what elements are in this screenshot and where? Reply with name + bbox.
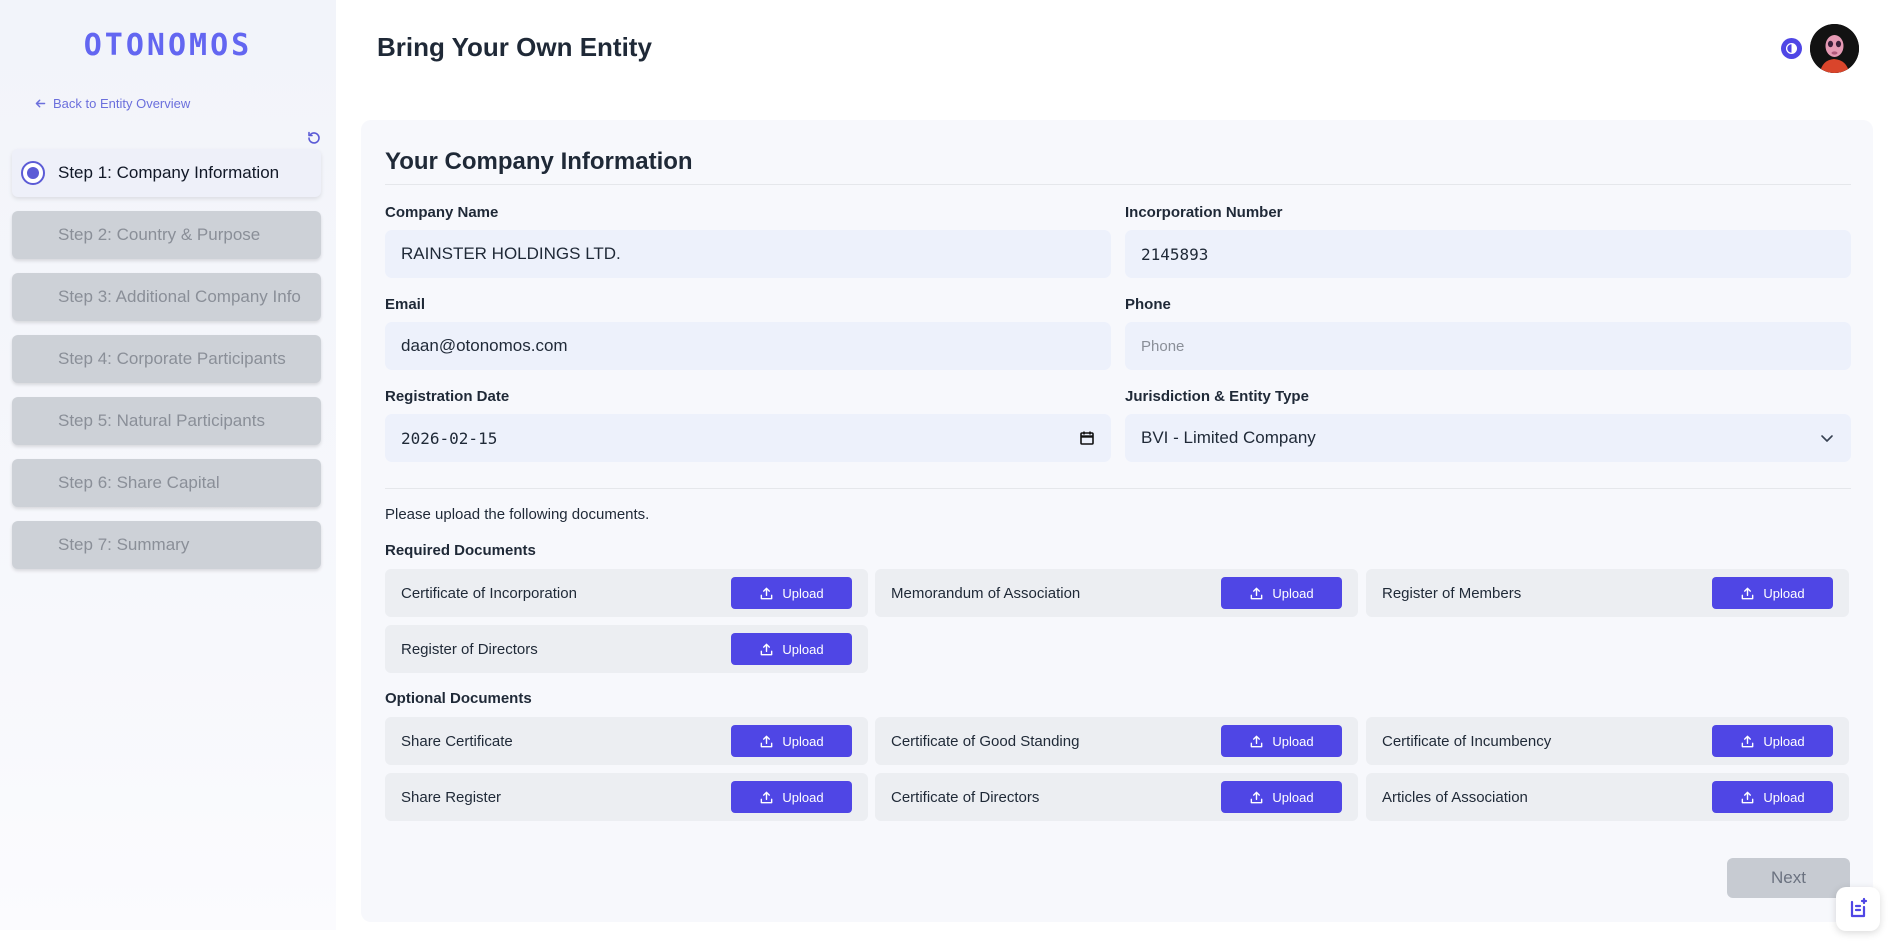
upload-button[interactable]: Upload (1712, 781, 1833, 813)
back-to-entity-overview-link[interactable]: Back to Entity Overview (34, 96, 190, 111)
upload-icon (1742, 587, 1754, 599)
upload-label: Upload (782, 585, 824, 601)
step-company-information[interactable]: Step 1: Company Information (12, 149, 321, 197)
doc-share-certificate: Share Certificate Upload (385, 717, 868, 765)
upload-icon (1742, 735, 1754, 747)
page-title: Bring Your Own Entity (377, 32, 652, 62)
upload-icon (761, 791, 773, 803)
doc-certificate-of-directors: Certificate of Directors Upload (875, 773, 1358, 821)
email-input[interactable]: daan@otonomos.com (385, 322, 1111, 370)
doc-register-of-members: Register of Members Upload (1366, 569, 1849, 617)
phone-label: Phone (1125, 296, 1171, 313)
avatar-image (1810, 24, 1859, 73)
upload-icon (1251, 791, 1263, 803)
jurisdiction-label: Jurisdiction & Entity Type (1125, 388, 1309, 405)
step-corporate-participants[interactable]: Step 4: Corporate Participants (12, 335, 321, 383)
chat-assistant-button[interactable] (1836, 887, 1880, 931)
step-label: Step 3: Additional Company Info (58, 287, 301, 306)
section-divider (385, 488, 1851, 489)
upload-label: Upload (1763, 789, 1805, 805)
upload-button[interactable]: Upload (1712, 725, 1833, 757)
jurisdiction-value: BVI - Limited Company (1141, 428, 1316, 447)
upload-label: Upload (1763, 585, 1805, 601)
step-additional-company-info[interactable]: Step 3: Additional Company Info (12, 273, 321, 321)
step-label: Step 6: Share Capital (58, 473, 220, 492)
doc-share-register: Share Register Upload (385, 773, 868, 821)
next-button[interactable]: Next (1727, 858, 1850, 898)
upload-icon (1251, 587, 1263, 599)
upload-icon (761, 735, 773, 747)
step-summary[interactable]: Step 7: Summary (12, 521, 321, 569)
arrow-left-icon (35, 99, 46, 108)
sidebar: OTONOMOS Back to Entity Overview Step 1:… (0, 0, 336, 930)
upload-icon (761, 587, 773, 599)
upload-label: Upload (782, 733, 824, 749)
brand-logo[interactable]: OTONOMOS (0, 28, 336, 63)
upload-label: Upload (1272, 585, 1314, 601)
theme-toggle-button[interactable] (1781, 38, 1802, 59)
upload-label: Upload (782, 789, 824, 805)
phone-input[interactable]: Phone (1125, 322, 1851, 370)
upload-icon (761, 643, 773, 655)
upload-label: Upload (1272, 789, 1314, 805)
doc-register-of-directors: Register of Directors Upload (385, 625, 868, 673)
steps-list: Step 1: Company Information Step 2: Coun… (12, 149, 321, 583)
jurisdiction-select[interactable]: BVI - Limited Company (1125, 414, 1851, 462)
upload-button[interactable]: Upload (1221, 577, 1342, 609)
step-label: Step 1: Company Information (58, 163, 280, 182)
reset-icon[interactable] (306, 130, 322, 146)
phone-placeholder: Phone (1141, 337, 1185, 355)
calendar-icon[interactable] (1079, 430, 1095, 446)
upload-button[interactable]: Upload (731, 577, 852, 609)
card-title: Your Company Information (385, 148, 693, 175)
company-name-label: Company Name (385, 204, 499, 221)
step-label: Step 4: Corporate Participants (58, 349, 286, 368)
step-country-purpose[interactable]: Step 2: Country & Purpose (12, 211, 321, 259)
chat-widget-icon (1850, 897, 1868, 918)
incorporation-number-label: Incorporation Number (1125, 204, 1283, 221)
email-value: daan@otonomos.com (401, 336, 568, 355)
company-name-value: RAINSTER HOLDINGS LTD. (401, 244, 621, 263)
upload-button[interactable]: Upload (731, 725, 852, 757)
back-link-label: Back to Entity Overview (53, 96, 191, 111)
incorporation-number-value: 2145893 (1141, 244, 1209, 264)
step-natural-participants[interactable]: Step 5: Natural Participants (12, 397, 321, 445)
step-label: Step 7: Summary (58, 535, 190, 554)
upload-icon (1251, 735, 1263, 747)
doc-articles-of-association: Articles of Association Upload (1366, 773, 1849, 821)
active-step-radio-icon (21, 161, 45, 185)
required-documents-heading: Required Documents (385, 542, 536, 559)
company-information-card: Your Company Information Company Name RA… (361, 120, 1873, 922)
upload-label: Upload (1272, 733, 1314, 749)
upload-button[interactable]: Upload (1221, 781, 1342, 813)
doc-memorandum-of-association: Memorandum of Association Upload (875, 569, 1358, 617)
step-label: Step 5: Natural Participants (58, 411, 265, 430)
step-share-capital[interactable]: Step 6: Share Capital (12, 459, 321, 507)
chevron-down-icon (1821, 435, 1833, 442)
doc-certificate-of-incorporation: Certificate of Incorporation Upload (385, 569, 868, 617)
upload-label: Upload (782, 641, 824, 657)
upload-button[interactable]: Upload (1221, 725, 1342, 757)
documents-intro: Please upload the following documents. (385, 506, 650, 523)
company-name-input[interactable]: RAINSTER HOLDINGS LTD. (385, 230, 1111, 278)
user-avatar[interactable] (1810, 24, 1859, 73)
incorporation-number-input[interactable]: 2145893 (1125, 230, 1851, 278)
upload-button[interactable]: Upload (731, 781, 852, 813)
registration-date-label: Registration Date (385, 388, 510, 405)
optional-documents-heading: Optional Documents (385, 690, 532, 707)
title-divider (385, 184, 1851, 185)
upload-button[interactable]: Upload (731, 633, 852, 665)
upload-label: Upload (1763, 733, 1805, 749)
doc-certificate-of-good-standing: Certificate of Good Standing Upload (875, 717, 1358, 765)
upload-button[interactable]: Upload (1712, 577, 1833, 609)
email-label: Email (385, 296, 426, 313)
contrast-icon (1785, 42, 1798, 55)
upload-icon (1742, 791, 1754, 803)
step-label: Step 2: Country & Purpose (58, 225, 261, 244)
registration-date-value: 2026-02-15 (401, 428, 498, 448)
registration-date-input[interactable]: 2026-02-15 (385, 414, 1111, 462)
doc-certificate-of-incumbency: Certificate of Incumbency Upload (1366, 717, 1849, 765)
